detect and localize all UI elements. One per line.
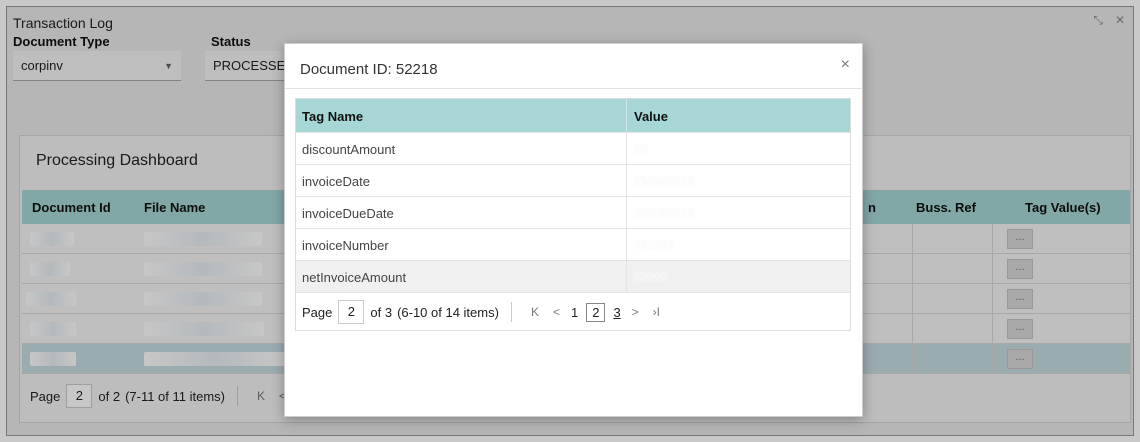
document-tags-modal: Document ID: 52218 × Tag Name Value disc… bbox=[284, 43, 863, 417]
tag-table: Tag Name Value discountAmount 10 invoice… bbox=[295, 98, 851, 331]
modal-divider bbox=[285, 88, 862, 89]
column-divider bbox=[626, 99, 627, 132]
tag-table-pager: Page 2 of 3 (6-10 of 14 items) K < 1 2 3… bbox=[302, 300, 667, 324]
prev-page-icon[interactable]: < bbox=[553, 305, 560, 319]
first-page-icon[interactable]: K bbox=[531, 305, 539, 319]
modal-title: Document ID: 52218 bbox=[300, 61, 438, 78]
tag-value-cell: 10 bbox=[634, 142, 648, 156]
page-link-3[interactable]: 3 bbox=[613, 305, 620, 320]
col-value[interactable]: Value bbox=[634, 109, 668, 124]
tag-value-cell: 762207 bbox=[634, 238, 675, 252]
column-divider bbox=[626, 229, 627, 260]
tag-table-pager-row: Page 2 of 3 (6-10 of 14 items) K < 1 2 3… bbox=[296, 292, 850, 330]
tag-name-cell: netInvoiceAmount bbox=[302, 270, 407, 285]
column-divider bbox=[626, 197, 627, 228]
tag-value-cell: 15/09/2018 bbox=[634, 174, 695, 188]
table-row[interactable]: invoiceDueDate 20/10/2018 bbox=[296, 196, 850, 228]
column-divider bbox=[626, 133, 627, 164]
tag-name-cell: invoiceDueDate bbox=[302, 206, 394, 221]
pager-divider bbox=[510, 302, 512, 322]
table-row[interactable]: invoiceDate 15/09/2018 bbox=[296, 164, 850, 196]
close-icon[interactable]: × bbox=[841, 56, 850, 74]
tag-table-header: Tag Name Value bbox=[296, 99, 850, 132]
last-page-icon[interactable]: ›I bbox=[653, 305, 660, 319]
page-link-1[interactable]: 1 bbox=[571, 305, 578, 320]
col-tag-name[interactable]: Tag Name bbox=[302, 109, 363, 124]
table-row[interactable]: discountAmount 10 bbox=[296, 132, 850, 164]
table-row[interactable]: netInvoiceAmount 52000 bbox=[296, 260, 850, 292]
pager-items-label: (6-10 of 14 items) bbox=[397, 304, 499, 320]
page-link-2-current[interactable]: 2 bbox=[586, 302, 606, 322]
column-divider bbox=[626, 261, 627, 292]
pager-page-label: Page bbox=[302, 304, 333, 320]
tag-name-cell: invoiceDate bbox=[302, 174, 370, 189]
pager-of-label: of 3 bbox=[370, 304, 393, 320]
pager-page-input[interactable]: 2 bbox=[338, 300, 365, 324]
next-page-icon[interactable]: > bbox=[632, 305, 639, 319]
tag-name-cell: invoiceNumber bbox=[302, 238, 389, 253]
tag-name-cell: discountAmount bbox=[302, 142, 396, 157]
column-divider bbox=[626, 165, 627, 196]
tag-value-cell: 52000 bbox=[634, 270, 668, 284]
table-row[interactable]: invoiceNumber 762207 bbox=[296, 228, 850, 260]
tag-value-cell: 20/10/2018 bbox=[634, 206, 695, 220]
